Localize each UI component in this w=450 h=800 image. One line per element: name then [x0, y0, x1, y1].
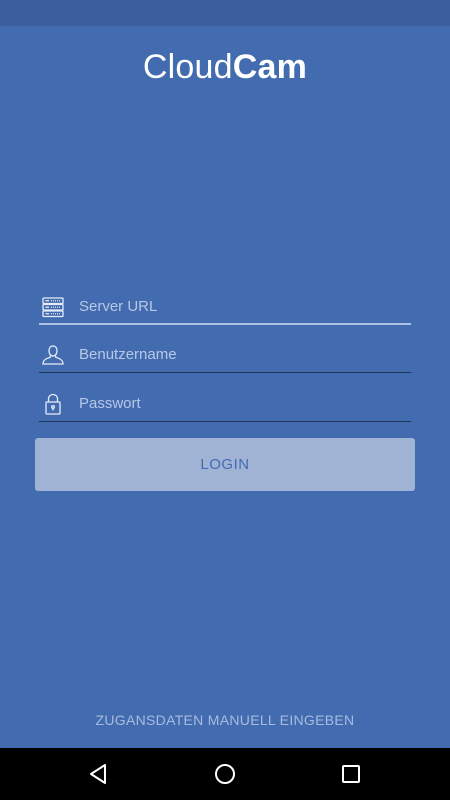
home-icon[interactable] — [211, 760, 239, 788]
back-icon[interactable] — [85, 760, 113, 788]
lock-icon — [41, 392, 65, 416]
recent-apps-icon[interactable] — [337, 760, 365, 788]
server-url-field[interactable] — [39, 291, 411, 325]
logo-bold-text: Cam — [232, 48, 308, 86]
username-underline — [39, 372, 411, 373]
server-url-input[interactable] — [79, 291, 409, 321]
server-url-underline — [39, 323, 411, 325]
username-input[interactable] — [79, 339, 409, 369]
server-icon — [41, 295, 65, 319]
user-icon — [41, 343, 65, 367]
password-underline — [39, 421, 411, 422]
navigation-bar — [0, 748, 450, 800]
login-button[interactable]: LOGIN — [35, 438, 415, 491]
password-input[interactable] — [79, 388, 409, 418]
status-bar — [0, 0, 450, 26]
manual-credentials-link[interactable]: ZUGANSDATEN MANUELL EINGEBEN — [0, 712, 450, 728]
app-logo: CloudCam — [0, 48, 450, 87]
password-field[interactable] — [39, 388, 411, 422]
username-field[interactable] — [39, 339, 411, 373]
logo-light-text: Cloud — [142, 48, 233, 86]
